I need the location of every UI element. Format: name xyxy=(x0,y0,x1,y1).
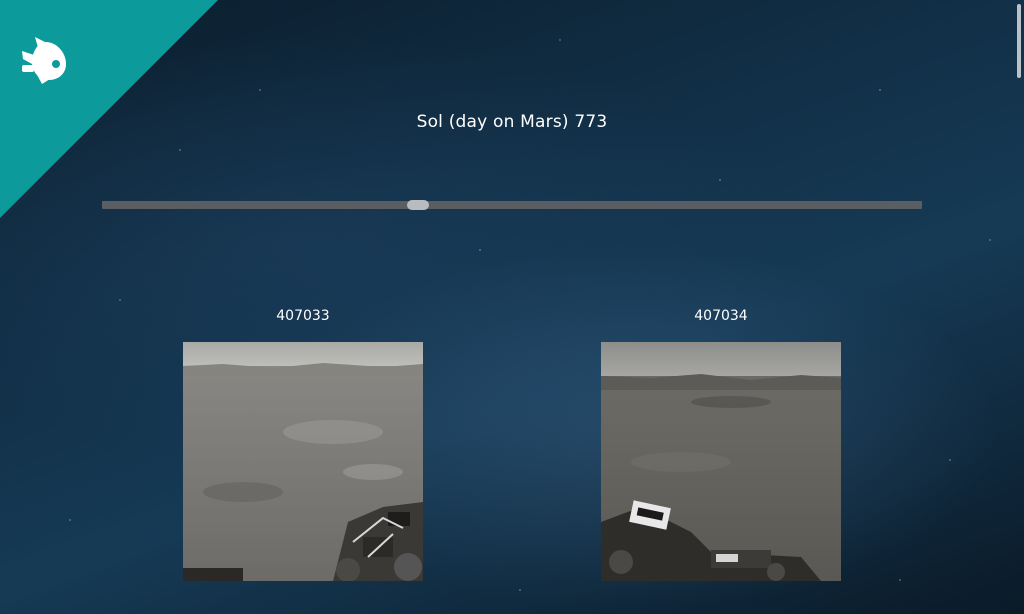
mars-photo[interactable] xyxy=(183,342,423,581)
photo-card[interactable]: 407034 xyxy=(601,306,841,581)
photo-card[interactable]: 407033 xyxy=(183,306,423,581)
photo-id: 407034 xyxy=(694,308,748,324)
sol-slider-thumb[interactable] xyxy=(406,200,429,210)
sol-label: Sol (day on Mars) 773 xyxy=(416,112,608,132)
sol-slider-track[interactable] xyxy=(102,201,922,209)
starfield-background xyxy=(0,0,1024,614)
mars-photo[interactable] xyxy=(601,342,841,581)
scrollbar[interactable] xyxy=(1017,4,1021,78)
rocket-icon[interactable] xyxy=(20,32,72,84)
photo-id: 407033 xyxy=(276,308,330,324)
